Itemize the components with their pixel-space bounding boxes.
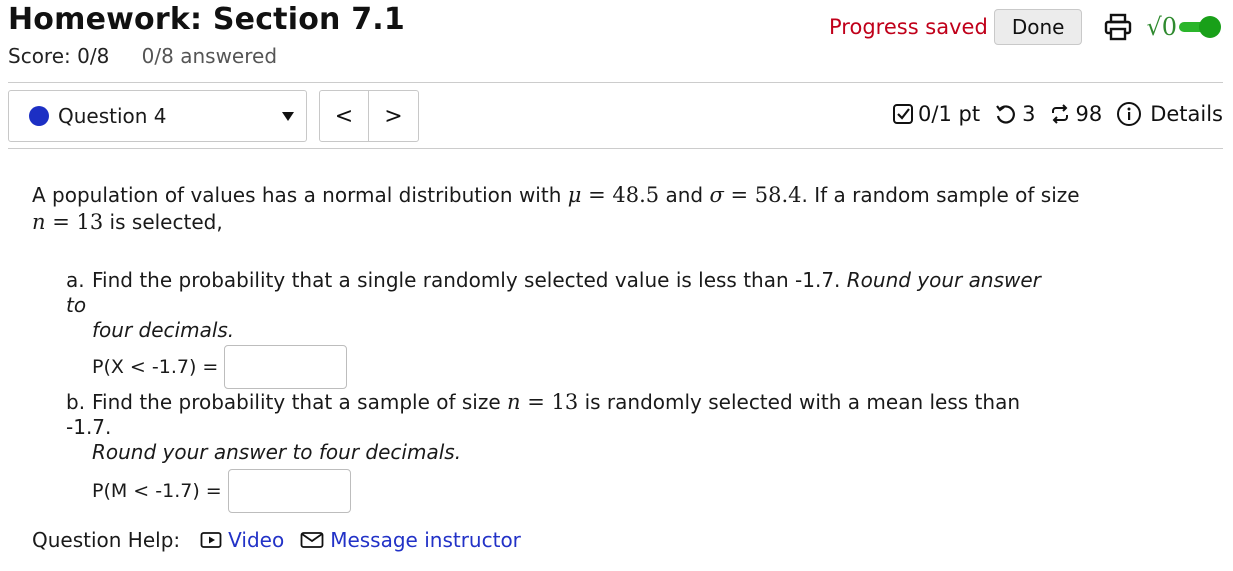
math-input-toggle[interactable]: √0 (1146, 13, 1221, 41)
details-button[interactable]: Details (1116, 101, 1223, 127)
part-a-answer-input[interactable] (224, 345, 348, 389)
sigma-symbol: σ (709, 183, 724, 207)
part-b-answer-row: P(M < -1.7) = (66, 469, 1066, 513)
caret-down-icon (282, 112, 294, 121)
answered-count: 0/8 answered (141, 44, 278, 68)
sigma-value: = 58.4 (723, 183, 802, 207)
mail-icon (300, 532, 324, 548)
points-item: 0/1 pt (892, 102, 980, 126)
n-value: = 13 (520, 390, 579, 414)
retries-item: 3 (994, 102, 1035, 126)
repeat-icon (1052, 104, 1069, 124)
part-b-text: Find the probability that a sample of si… (92, 390, 508, 414)
score-row: Score: 0/8 0/8 answered (8, 44, 277, 68)
part-b-label: b. (66, 390, 86, 414)
mu-value: = 48.5 (581, 183, 660, 207)
problem-intro-2: . If a random sample of size (801, 183, 1080, 207)
retries-count: 3 (1022, 102, 1036, 126)
attempts-count: 98 (1075, 102, 1103, 126)
part-a-text: Find the probability that a single rando… (92, 268, 847, 292)
question-status-dot (29, 106, 49, 126)
video-link[interactable]: Video (200, 528, 284, 552)
toggle-switch[interactable] (1179, 16, 1221, 38)
print-icon[interactable] (1102, 11, 1134, 43)
n-symbol: n (507, 390, 521, 414)
done-button[interactable]: Done (993, 9, 1083, 45)
question-help-label: Question Help: (32, 528, 181, 552)
message-instructor-label: Message instructor (330, 528, 521, 552)
toggle-knob (1199, 16, 1221, 38)
question-select[interactable]: Question 4 (8, 90, 307, 142)
retry-icon (996, 105, 1015, 124)
header-actions: Progress saved Done √0 (829, 9, 1221, 45)
attempts-item: 98 (1049, 102, 1102, 126)
and-text: and (659, 183, 710, 207)
problem-statement: A population of values has a normal dist… (32, 182, 1092, 236)
prev-question-button[interactable]: < (320, 91, 370, 141)
details-label: Details (1150, 102, 1223, 126)
question-select-label: Question 4 (58, 104, 167, 128)
part-a-label: a. (66, 268, 85, 292)
part-a-instruction-2: four decimals. (92, 318, 235, 342)
question-help: Question Help: Video Message instructor (32, 528, 521, 552)
message-instructor-link[interactable]: Message instructor (300, 528, 521, 552)
checkbox-icon (893, 104, 914, 124)
info-icon (1117, 102, 1142, 126)
points-text: 0/1 pt (918, 102, 981, 126)
video-icon (200, 532, 222, 548)
video-link-label: Video (228, 528, 285, 552)
question-nav: < > (319, 90, 419, 142)
part-b-instruction: Round your answer to four decimals. (92, 440, 462, 464)
part-a-answer-row: P(X < -1.7) = (66, 345, 1066, 389)
next-question-button[interactable]: > (369, 91, 418, 141)
question-meta: 0/1 pt 3 98 Details (892, 101, 1223, 127)
page-title: Homework: Section 7.1 (8, 2, 405, 37)
part-a: a. Find the probability that a single ran… (66, 268, 1066, 389)
divider (8, 148, 1223, 149)
part-b-prob-label: P(M < -1.7) = (92, 479, 222, 502)
problem-intro-3: is selected, (103, 210, 223, 234)
part-a-prob-label: P(X < -1.7) = (92, 355, 219, 378)
part-b-answer-input[interactable] (227, 469, 351, 513)
part-b: b. Find the probability that a sample of … (66, 390, 1066, 513)
divider (8, 82, 1223, 83)
score-text: Score: 0/8 (8, 44, 110, 68)
n-value: = 13 (45, 210, 104, 234)
sqrt-icon: √0 (1146, 13, 1177, 41)
progress-saved-status: Progress saved (829, 15, 988, 39)
n-symbol: n (32, 210, 46, 234)
problem-intro: A population of values has a normal dist… (32, 183, 568, 207)
mu-symbol: μ (567, 183, 582, 207)
